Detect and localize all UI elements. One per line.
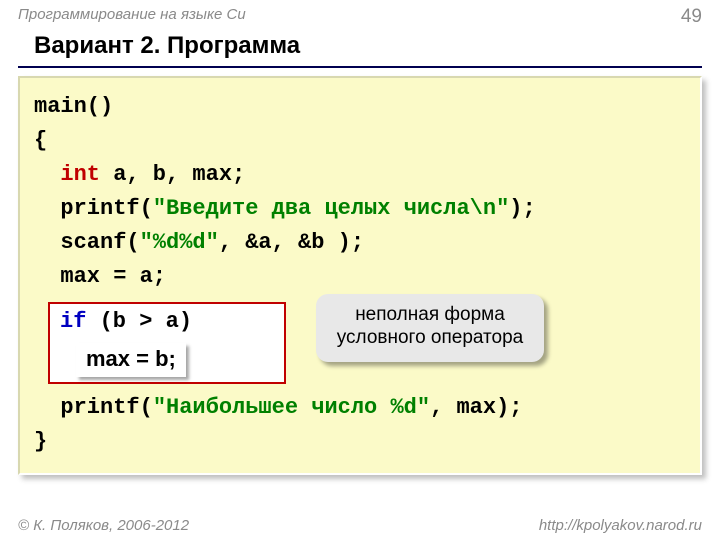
- string-literal: "Введите два целых числа\n": [153, 196, 509, 221]
- code-line: int a, b, max;: [34, 158, 686, 192]
- site-url: http://kpolyakov.narod.ru: [539, 517, 702, 534]
- code-block: main() { int a, b, max; printf("Введите …: [18, 76, 702, 475]
- footer: © К. Поляков, 2006-2012 http://kpolyakov…: [0, 517, 720, 534]
- code-line: }: [34, 425, 686, 459]
- code-line: max = a;: [34, 260, 686, 294]
- code-line: printf("Наибольшее число %d", max);: [34, 391, 686, 425]
- keyword-if: if: [60, 309, 86, 334]
- course-name: Программирование на языке Си: [18, 6, 246, 28]
- string-literal: "Наибольшее число %d": [153, 395, 430, 420]
- if-line: if (b > a): [60, 308, 274, 337]
- callout-note: неполная форма условного оператора: [316, 294, 544, 362]
- keyword-int: int: [60, 162, 100, 187]
- slide-title: Вариант 2. Программа: [0, 30, 720, 66]
- assignment-box: max = b;: [76, 343, 186, 378]
- code-line: scanf("%d%d", &a, &b );: [34, 226, 686, 260]
- title-rule: [18, 66, 702, 68]
- page-number: 49: [681, 6, 702, 28]
- header: Программирование на языке Си 49: [0, 0, 720, 30]
- copyright: © К. Поляков, 2006-2012: [18, 517, 189, 534]
- code-line: main(): [34, 90, 686, 124]
- code-line: printf("Введите два целых числа\n");: [34, 192, 686, 226]
- if-highlight-box: if (b > a) max = b;: [48, 302, 286, 384]
- code-line: {: [34, 124, 686, 158]
- string-literal: "%d%d": [140, 230, 219, 255]
